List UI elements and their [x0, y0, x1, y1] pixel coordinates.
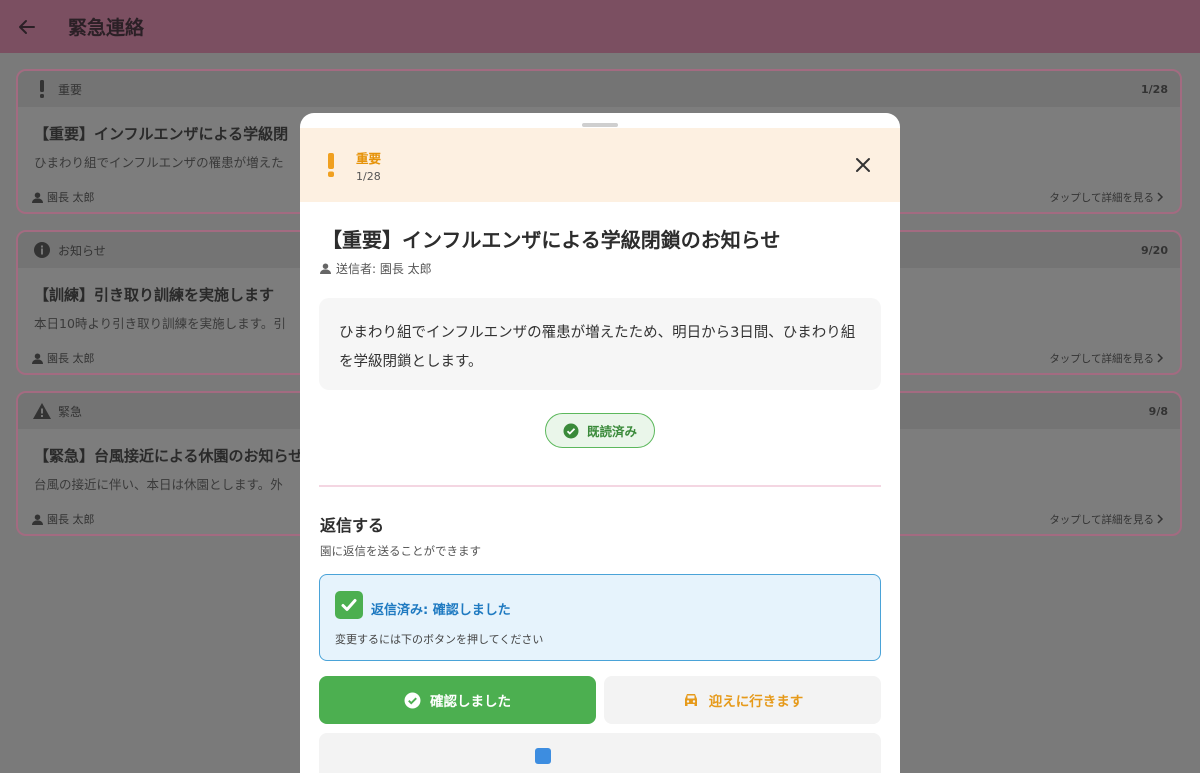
card-category: 重要: [58, 82, 83, 97]
exclamation-icon: [32, 79, 52, 99]
person-icon: [32, 191, 43, 203]
sheet-header: 重要 1/28: [300, 128, 900, 202]
info-icon: [32, 240, 52, 260]
warning-icon: [32, 401, 52, 421]
read-status-badge: 既読済み: [545, 413, 655, 448]
sender-name: 園長 太郎: [47, 513, 95, 526]
reply-status-text: 返信済み: 確認しました: [371, 603, 511, 618]
checkmark-icon: [335, 591, 363, 619]
car-icon: [684, 694, 697, 706]
message-detail-sheet: 重要 1/28 【重要】インフルエンザによる学級閉鎖のお知らせ 送信者: 園長 …: [300, 113, 900, 773]
person-icon: [32, 352, 43, 364]
pickup-reply-button[interactable]: 迎えに行きます: [604, 676, 881, 724]
person-icon: [320, 263, 331, 274]
chevron-right-icon: [1157, 514, 1164, 524]
details-link[interactable]: タップして詳細を見る: [1049, 351, 1166, 366]
message-body: ひまわり組でインフルエンザの罹患が増えたため、明日から3日間、ひまわり組を学級閉…: [319, 298, 881, 390]
confirm-reply-button[interactable]: 確認しました: [319, 676, 596, 724]
chevron-right-icon: [1157, 192, 1164, 202]
chevron-right-icon: [1157, 353, 1164, 363]
reply-section-subtitle: 園に返信を送ることができます: [320, 544, 481, 558]
sender-label: 送信者: 園長 太郎: [336, 262, 432, 276]
back-button[interactable]: [14, 14, 40, 40]
close-icon: [856, 158, 870, 172]
check-circle-icon: [563, 423, 579, 438]
importance-level: 重要: [356, 150, 382, 166]
details-link-label: タップして詳細を見る: [1049, 352, 1154, 365]
reply-status-box: 返信済み: 確認しました 変更するには下のボタンを押してください: [319, 574, 881, 661]
arrow-left-icon: [19, 19, 35, 34]
check-circle-icon: [404, 692, 421, 708]
sheet-drag-handle[interactable]: [582, 123, 618, 127]
close-button[interactable]: [850, 152, 876, 178]
app-bar: 緊急連絡: [0, 0, 1200, 53]
read-status-label: 既読済み: [586, 424, 637, 439]
read-count: 9/20: [1141, 243, 1168, 257]
read-count: 9/8: [1148, 404, 1168, 418]
details-link-label: タップして詳細を見る: [1049, 191, 1154, 204]
sender-name: 園長 太郎: [47, 191, 95, 204]
reply-status-hint: 変更するには下のボタンを押してください: [335, 633, 544, 646]
read-count: 1/28: [356, 169, 381, 183]
card-header: 重要 1/28: [18, 71, 1180, 107]
person-icon: [32, 513, 43, 525]
message-sender: 送信者: 園長 太郎: [320, 260, 432, 277]
details-link[interactable]: タップして詳細を見る: [1049, 190, 1166, 205]
third-reply-button[interactable]: [319, 733, 881, 773]
sender-name: 園長 太郎: [47, 352, 95, 365]
details-link-label: タップして詳細を見る: [1049, 513, 1154, 526]
details-link[interactable]: タップして詳細を見る: [1049, 512, 1166, 527]
section-divider: [319, 485, 881, 487]
confirm-reply-label: 確認しました: [430, 694, 511, 710]
reply-option-icon: [535, 748, 551, 764]
message-title: 【重要】インフルエンザによる学級閉鎖のお知らせ: [322, 228, 781, 252]
pickup-reply-label: 迎えに行きます: [708, 694, 804, 710]
reply-section-title: 返信する: [320, 516, 385, 535]
page-title: 緊急連絡: [68, 17, 145, 39]
exclamation-icon: [320, 149, 342, 181]
read-count: 1/28: [1141, 82, 1168, 96]
